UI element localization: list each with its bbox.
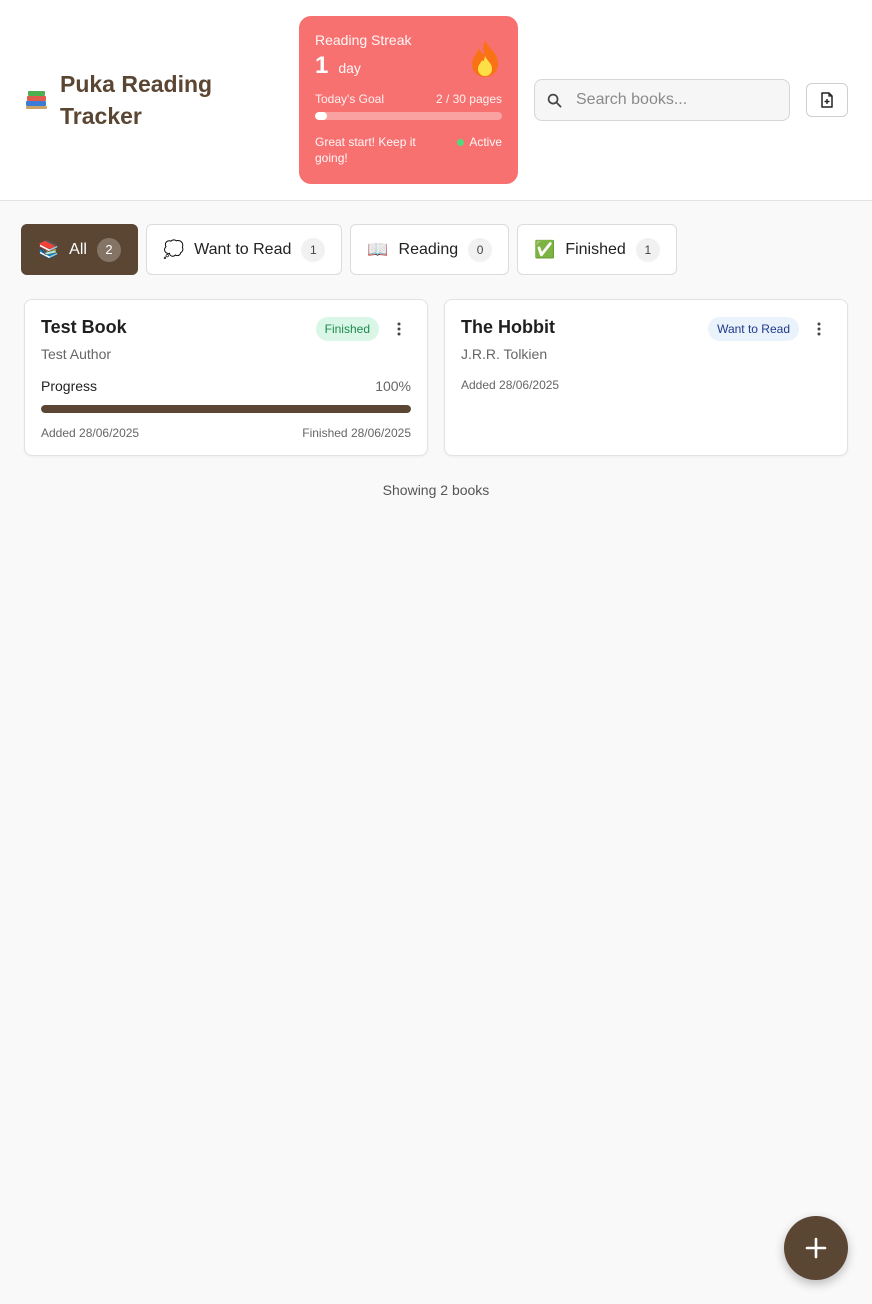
tab-want-to-read[interactable]: 💭 Want to Read 1: [145, 224, 343, 275]
books-icon: [26, 91, 47, 109]
books-icon: 📚: [38, 239, 60, 260]
search-icon: [547, 93, 562, 107]
status-indicator: Active: [457, 135, 502, 149]
active-dot-icon: [457, 138, 465, 146]
reading-streak-card: Reading Streak 1 day Today's Goal 2 / 30…: [299, 16, 518, 184]
book-author: Test Author: [41, 346, 112, 362]
more-options-icon[interactable]: [811, 321, 827, 337]
export-button[interactable]: [806, 83, 848, 117]
status-badge: Want to Read: [708, 317, 799, 341]
add-book-button[interactable]: [784, 1216, 848, 1280]
progress-row: Progress 100%: [41, 378, 411, 394]
search-input[interactable]: [576, 91, 776, 109]
book-card[interactable]: Test Book Test Author Finished Progress …: [24, 299, 428, 456]
app-header: Puka Reading Tracker Reading Streak 1 da…: [0, 0, 872, 201]
tab-count-badge: 1: [301, 237, 326, 262]
tab-label: Finished: [565, 240, 626, 258]
plus-icon: [805, 1237, 827, 1259]
file-icon: [821, 92, 833, 108]
brand: Puka Reading Tracker: [24, 68, 274, 132]
book-count-text: Showing 2 books: [382, 482, 490, 498]
streak-footer: Great start! Keep it going! Active: [315, 134, 502, 166]
search-box[interactable]: [534, 79, 790, 121]
status-text: Active: [469, 135, 502, 149]
open-book-icon: 📖: [367, 239, 389, 260]
status-filter-tabs: 📚 All 2 💭 Want to Read 1 📖 Reading 0 ✅ F…: [21, 224, 685, 275]
daily-goal-row: Today's Goal 2 / 30 pages: [315, 92, 502, 106]
progress-fill: [41, 405, 411, 413]
book-card[interactable]: The Hobbit J.R.R. Tolkien Want to Read A…: [444, 299, 848, 456]
goal-progress-fill: [315, 112, 328, 120]
added-date: Added 28/06/2025: [461, 378, 560, 392]
progress-bar: [41, 405, 411, 413]
finished-date: Finished 28/06/2025: [302, 426, 411, 440]
added-date: Added 28/06/2025: [41, 426, 140, 440]
streak-message: Great start! Keep it going!: [315, 135, 416, 165]
goal-progress-bar: [315, 112, 502, 120]
progress-label: Progress: [41, 378, 98, 394]
progress-percent: 100%: [375, 378, 411, 394]
app-title: Puka Reading Tracker: [60, 71, 213, 129]
more-options-icon[interactable]: [391, 321, 407, 337]
tab-count-badge: 1: [635, 237, 660, 262]
card-footer: Added 28/06/2025 Finished 28/06/2025: [41, 426, 411, 440]
thought-bubble-icon: 💭: [162, 239, 185, 260]
tab-count-badge: 0: [468, 237, 493, 262]
tab-reading[interactable]: 📖 Reading 0: [350, 224, 510, 275]
streak-number: 1: [315, 52, 329, 79]
goal-value: 2 / 30 pages: [435, 92, 502, 106]
tab-finished[interactable]: ✅ Finished 1: [517, 224, 677, 275]
tab-all[interactable]: 📚 All 2: [21, 224, 138, 275]
tab-label: All: [69, 240, 87, 258]
flame-icon: [472, 40, 498, 77]
tab-label: Want to Read: [194, 240, 292, 258]
streak-unit: day: [338, 60, 361, 76]
goal-label: Today's Goal: [315, 92, 384, 106]
book-author: J.R.R. Tolkien: [461, 346, 548, 362]
check-mark-icon: ✅: [534, 239, 556, 260]
tab-count-badge: 2: [96, 237, 121, 262]
tab-label: Reading: [398, 240, 459, 258]
status-badge: Finished: [315, 317, 379, 341]
